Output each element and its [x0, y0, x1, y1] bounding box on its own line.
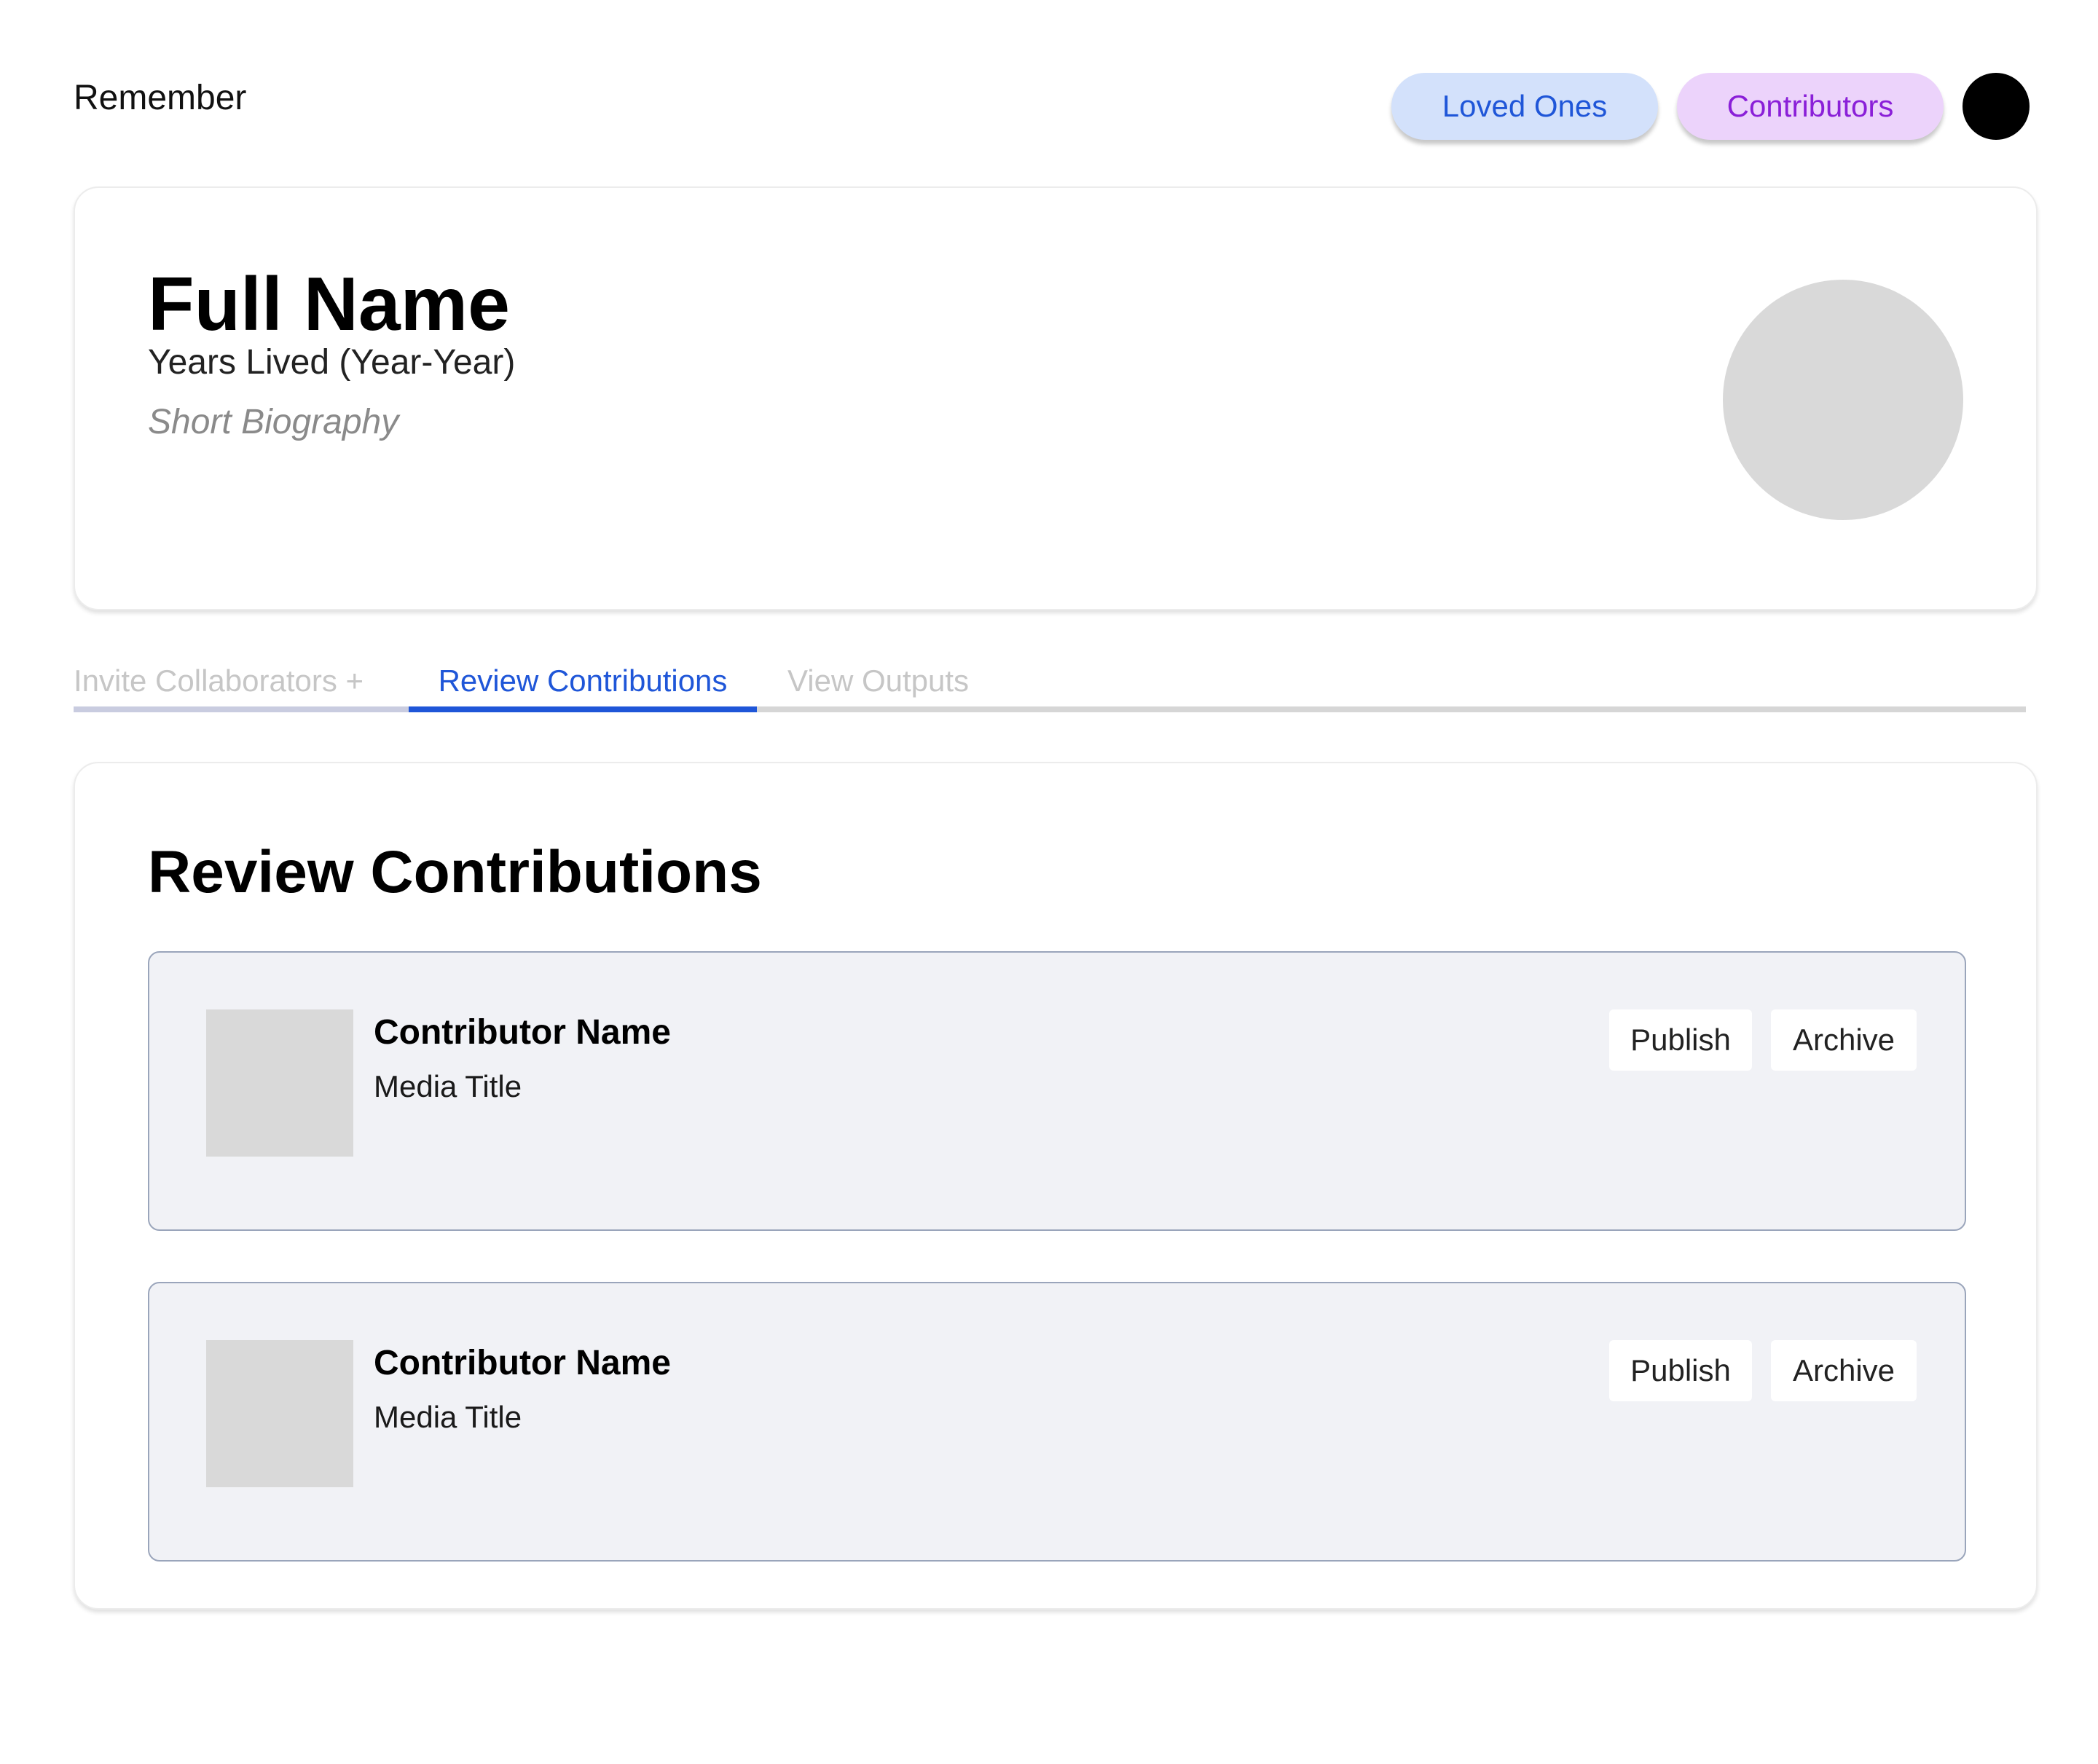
loved-ones-button[interactable]: Loved Ones: [1391, 73, 1658, 140]
media-thumbnail[interactable]: [206, 1340, 353, 1487]
review-section-title: Review Contributions: [148, 839, 762, 905]
media-title: Media Title: [374, 1069, 522, 1103]
user-avatar[interactable]: [1963, 73, 2030, 140]
contributors-button[interactable]: Contributors: [1677, 73, 1944, 140]
profile-full-name: Full Name: [148, 262, 510, 347]
contributor-name: Contributor Name: [374, 1344, 671, 1382]
profile-years-lived: Years Lived (Year-Year): [148, 343, 516, 382]
tab-view-outputs[interactable]: View Outputs: [757, 655, 975, 712]
profile-short-biography: Short Biography: [148, 403, 399, 441]
publish-button[interactable]: Publish: [1609, 1340, 1752, 1401]
item-actions: Publish Archive: [1609, 1009, 1917, 1071]
contributor-name: Contributor Name: [374, 1013, 671, 1052]
media-thumbnail[interactable]: [206, 1009, 353, 1157]
tab-review-contributions[interactable]: Review Contributions: [409, 655, 757, 712]
profile-card: Full Name Years Lived (Year-Year) Short …: [74, 186, 2038, 610]
contribution-item: Contributor Name Media Title Publish Arc…: [148, 1282, 1966, 1562]
profile-portrait-placeholder: [1723, 280, 1963, 520]
archive-button[interactable]: Archive: [1771, 1009, 1917, 1071]
review-contributions-panel: Review Contributions Contributor Name Me…: [74, 762, 2038, 1610]
contribution-item: Contributor Name Media Title Publish Arc…: [148, 951, 1966, 1231]
page: Remember Loved Ones Contributors Full Na…: [0, 0, 2098, 1764]
publish-button[interactable]: Publish: [1609, 1009, 1752, 1071]
archive-button[interactable]: Archive: [1771, 1340, 1917, 1401]
item-actions: Publish Archive: [1609, 1340, 1917, 1401]
media-title: Media Title: [374, 1400, 522, 1434]
tab-bar: Invite Collaborators + Review Contributi…: [74, 655, 2026, 712]
top-nav: Loved Ones Contributors: [1391, 73, 2030, 140]
tab-invite-collaborators[interactable]: Invite Collaborators +: [74, 655, 409, 712]
brand-logo[interactable]: Remember: [74, 77, 246, 119]
